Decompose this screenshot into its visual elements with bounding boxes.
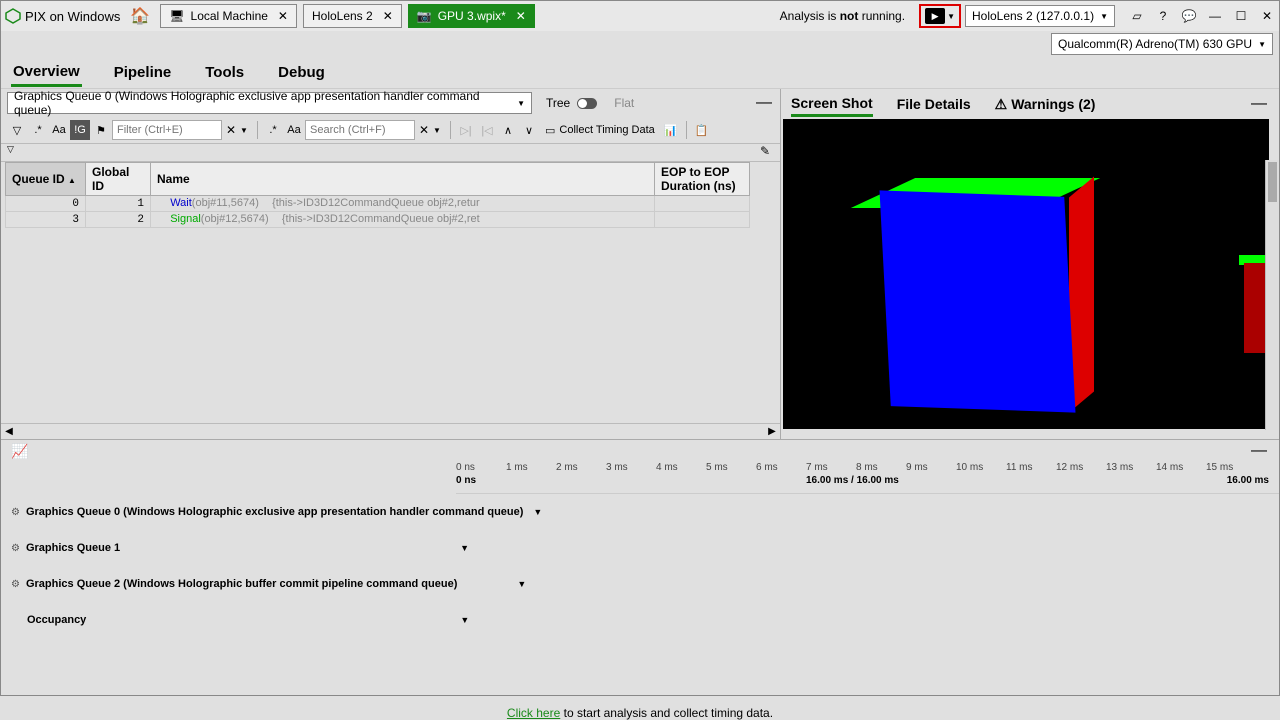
col-queue-id[interactable]: Queue ID ▲ [6, 163, 86, 196]
next-result-button[interactable]: ▷| [456, 120, 476, 140]
tab-gpu-capture[interactable]: 📷 GPU 3.wpix* ✕ [408, 4, 535, 28]
close-button[interactable]: ✕ [1259, 8, 1275, 24]
main-menu: Overview Pipeline Tools Debug [1, 57, 1279, 89]
play-button[interactable]: ▶ [925, 8, 945, 24]
scroll-right-icon[interactable]: ▶ [764, 426, 780, 437]
filter-history-dropdown[interactable]: ▼ [240, 126, 252, 135]
collect-timing-button[interactable]: ▭ Collect Timing Data [540, 120, 660, 140]
tab-local-machine[interactable]: 🖥 Local Machine ✕ [160, 4, 297, 28]
table-row[interactable]: 0 1 Wait(obj#11,5674) {this->ID3D12Comma… [6, 196, 750, 212]
maximize-button[interactable]: ☐ [1233, 8, 1249, 24]
minimize-button[interactable]: — [1207, 8, 1223, 24]
tree-flat-toggle[interactable] [577, 98, 597, 109]
close-icon[interactable]: ✕ [383, 9, 393, 23]
chevron-down-icon[interactable]: ▼ [460, 543, 469, 553]
monitor-icon: 🖥 [169, 9, 184, 23]
case-toggle[interactable]: Aa [49, 120, 69, 140]
cube-front-face [880, 190, 1076, 412]
home-icon[interactable]: 🏠 [130, 6, 150, 26]
collapse-pane-button[interactable]: — [754, 94, 774, 112]
menu-pipeline[interactable]: Pipeline [112, 60, 174, 85]
menu-overview[interactable]: Overview [11, 59, 82, 87]
table-row[interactable]: 3 2 Signal(obj#12,5674) {this->ID3D12Com… [6, 212, 750, 228]
col-global-id[interactable]: Global ID [86, 163, 151, 196]
tab-warnings[interactable]: ⚠Warnings (2) [995, 93, 1096, 116]
camera-icon: 📷 [417, 9, 432, 23]
chevron-down-icon: ▼ [1258, 40, 1266, 49]
app-title: PIX on Windows [25, 9, 120, 24]
menu-tools[interactable]: Tools [203, 60, 246, 85]
stats-icon[interactable]: 📊 [661, 120, 681, 140]
analysis-status: Analysis is not running. [780, 9, 905, 23]
collapse-timeline[interactable]: — [1249, 442, 1269, 460]
start-analysis-link[interactable]: Click here [507, 706, 560, 720]
gear-icon[interactable]: ⚙ [11, 543, 20, 554]
gear-icon[interactable]: ⚙ [11, 579, 20, 590]
filter-input[interactable] [112, 120, 222, 140]
tab-screenshot[interactable]: Screen Shot [791, 92, 873, 117]
flat-label: Flat [614, 96, 634, 110]
tab-file-details[interactable]: File Details [897, 93, 971, 115]
clipboard-icon[interactable]: 📋 [692, 120, 712, 140]
warning-icon: ⚠ [995, 96, 1008, 112]
expand-toggle[interactable]: ▽ ✎ [1, 144, 780, 162]
help-icon[interactable]: ? [1155, 8, 1171, 24]
target-device-combo[interactable]: HoloLens 2 (127.0.0.1)▼ [965, 5, 1115, 27]
tab-label: Local Machine [191, 9, 268, 23]
chevron-down-icon: ▼ [1100, 12, 1108, 21]
scroll-left-icon[interactable]: ◀ [1, 426, 17, 437]
regex-toggle[interactable]: .* [28, 120, 48, 140]
close-icon[interactable]: ✕ [516, 9, 526, 23]
timeline-row-queue2[interactable]: ⚙ Graphics Queue 2 (Windows Holographic … [1, 566, 1279, 602]
app-icon [5, 8, 21, 24]
tab-hololens[interactable]: HoloLens 2 ✕ [303, 4, 402, 28]
prev-result-button[interactable]: |◁ [477, 120, 497, 140]
edit-icon[interactable]: ✎ [760, 144, 770, 158]
up-button[interactable]: ∧ [498, 120, 518, 140]
tab-label: HoloLens 2 [312, 9, 373, 23]
events-table: Queue ID ▲ Global ID Name EOP to EOP Dur… [5, 162, 750, 228]
play-analysis-highlight: ▶ ▼ [919, 4, 961, 28]
timeline-row-queue1[interactable]: ⚙ Graphics Queue 1 ▼ [1, 530, 1279, 566]
close-icon[interactable]: ✕ [278, 9, 288, 23]
screenshot-view [783, 119, 1269, 429]
tree-label: Tree [546, 96, 570, 110]
filter-icon[interactable]: ▽ [7, 120, 27, 140]
timeline-hint: Click here to start analysis and collect… [507, 706, 773, 720]
clear-search-button[interactable]: ✕ [416, 123, 432, 137]
chevron-down-icon[interactable]: ▼ [460, 615, 469, 625]
search-input[interactable] [305, 120, 415, 140]
queue-combo[interactable]: Graphics Queue 0 (Windows Holographic ex… [7, 92, 532, 114]
col-eop[interactable]: EOP to EOP Duration (ns) [655, 163, 750, 196]
menu-debug[interactable]: Debug [276, 60, 327, 85]
timeline-row-queue0[interactable]: ⚙ Graphics Queue 0 (Windows Holographic … [1, 494, 1279, 530]
regex-toggle-2[interactable]: .* [263, 120, 283, 140]
gear-icon[interactable]: ⚙ [11, 507, 20, 518]
chart-icon[interactable]: 📈 [11, 443, 28, 460]
clear-filter-button[interactable]: ✕ [223, 123, 239, 137]
col-name[interactable]: Name [151, 163, 655, 196]
invert-toggle[interactable]: !G [70, 120, 90, 140]
chevron-down-icon[interactable]: ▼ [517, 579, 526, 589]
down-button[interactable]: ∨ [519, 120, 539, 140]
chevron-down-icon[interactable]: ▼ [533, 507, 542, 517]
chat-icon[interactable]: 💬 [1181, 8, 1197, 24]
search-history-dropdown[interactable]: ▼ [433, 126, 445, 135]
case-toggle-2[interactable]: Aa [284, 120, 304, 140]
collapse-right-pane[interactable]: — [1249, 95, 1269, 113]
h-scrollbar[interactable]: ◀ ▶ [1, 423, 780, 439]
gpu-combo[interactable]: Qualcomm(R) Adreno(TM) 630 GPU▼ [1051, 33, 1273, 55]
v-scrollbar[interactable] [1265, 160, 1279, 430]
flag-icon[interactable]: ⚑ [91, 120, 111, 140]
timeline-ruler[interactable]: 0 ns 1 ms 2 ms 3 ms 4 ms 5 ms 6 ms 7 ms … [456, 462, 1279, 494]
timeline-row-occupancy[interactable]: Occupancy ▼ [1, 602, 1279, 638]
tab-label: GPU 3.wpix* [438, 9, 506, 23]
play-dropdown[interactable]: ▼ [947, 12, 955, 21]
feedback-icon[interactable]: ▱ [1129, 8, 1145, 24]
chevron-down-icon: ▼ [517, 99, 525, 108]
